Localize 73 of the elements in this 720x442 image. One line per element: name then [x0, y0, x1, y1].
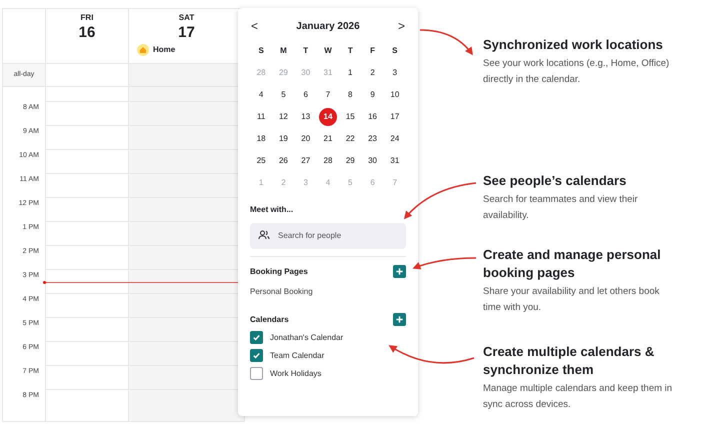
callout-description: Manage multiple calendars and keep them in sync across devices.: [483, 382, 673, 412]
people-icon: [258, 230, 270, 240]
section-title: Calendars: [250, 314, 289, 326]
date-cell[interactable]: 10: [386, 86, 404, 104]
weekday-label: SAT: [178, 13, 194, 23]
date-cell[interactable]: 28: [318, 152, 337, 170]
date-cell[interactable]: 19: [274, 130, 292, 148]
weekday-heading: M: [280, 45, 287, 57]
day-number: 16: [78, 24, 96, 42]
section-title: Meet with...: [250, 204, 294, 216]
date-cell[interactable]: 9: [364, 86, 382, 104]
month-title: January 2026: [296, 20, 360, 34]
date-cell[interactable]: 5: [274, 86, 292, 104]
next-month-button[interactable]: >: [396, 17, 406, 35]
date-cell[interactable]: 11: [252, 108, 270, 126]
callout-title: Create multiple calendars & synchronize them: [483, 343, 656, 379]
previous-month-button[interactable]: <: [250, 17, 260, 35]
date-cell[interactable]: 1: [341, 64, 360, 82]
arrow: [412, 257, 476, 270]
calendar-name: Jonathan's Calendar: [270, 332, 344, 344]
date-cell[interactable]: 23: [364, 130, 382, 148]
callout-description: Share your availability and let others book time with you.: [483, 285, 660, 315]
date-cell[interactable]: 14: [318, 108, 337, 126]
weekday-heading: T: [303, 45, 308, 57]
weekday-label: FRI: [80, 13, 94, 23]
date-cell[interactable]: 4: [252, 86, 270, 104]
plus-icon: [395, 267, 404, 276]
search-field[interactable]: Search for people: [250, 222, 406, 248]
date-cell[interactable]: 25: [252, 152, 270, 170]
calendar-name: Team Calendar: [270, 350, 324, 362]
date-cell[interactable]: 3: [386, 64, 404, 82]
date-cell[interactable]: 20: [296, 130, 315, 148]
callout-description: Search for teammates and view their availability.: [483, 193, 639, 223]
date-cell[interactable]: 15: [341, 108, 360, 126]
date-cell[interactable]: 27: [296, 152, 315, 170]
callout-title: Synchronized work locations: [483, 36, 664, 54]
house-icon: [137, 44, 149, 56]
calendar-name: Work Holidays: [270, 368, 322, 380]
arrow: [420, 29, 473, 56]
date-cell[interactable]: 2: [364, 64, 382, 82]
date-cell[interactable]: 8: [341, 86, 360, 104]
checkbox[interactable]: [250, 331, 263, 344]
weekday-heading: F: [370, 45, 375, 57]
callout-description: See your work locations (e.g., Home, Office) directly in the calendar.: [483, 57, 670, 87]
date-cell[interactable]: 7: [318, 86, 337, 104]
plus-icon: [395, 315, 404, 324]
section-title: Booking Pages: [250, 266, 308, 278]
weekday-heading: W: [324, 45, 332, 57]
callout-title: Create and manage personal booking pages: [483, 246, 662, 282]
date-cell[interactable]: 30: [364, 152, 382, 170]
weekday-heading: S: [258, 45, 264, 57]
date-cell[interactable]: 18: [252, 130, 270, 148]
callout-title: See people’s calendars: [483, 172, 628, 190]
location-label: Home: [153, 44, 176, 56]
weekday-heading: S: [392, 45, 398, 57]
day-number: 17: [178, 24, 195, 42]
date-cell[interactable]: 16: [364, 108, 382, 126]
date-cell[interactable]: 29: [341, 152, 360, 170]
date-cell[interactable]: 31: [386, 152, 404, 170]
checkbox[interactable]: [250, 349, 263, 362]
add-button[interactable]: [393, 313, 406, 326]
booking-page-item[interactable]: Personal Booking: [250, 286, 406, 298]
date-cell[interactable]: 22: [341, 130, 360, 148]
date-cell[interactable]: 21: [318, 130, 337, 148]
weekday-heading: T: [348, 45, 353, 57]
date-cell[interactable]: 13: [296, 108, 315, 126]
date-cell[interactable]: 17: [386, 108, 404, 126]
date-cell[interactable]: 6: [296, 86, 315, 104]
date-cell[interactable]: 26: [274, 152, 292, 170]
date-cell[interactable]: 12: [274, 108, 292, 126]
date-cell[interactable]: 24: [386, 130, 404, 148]
checkbox[interactable]: [250, 367, 263, 380]
add-button[interactable]: [393, 265, 406, 278]
